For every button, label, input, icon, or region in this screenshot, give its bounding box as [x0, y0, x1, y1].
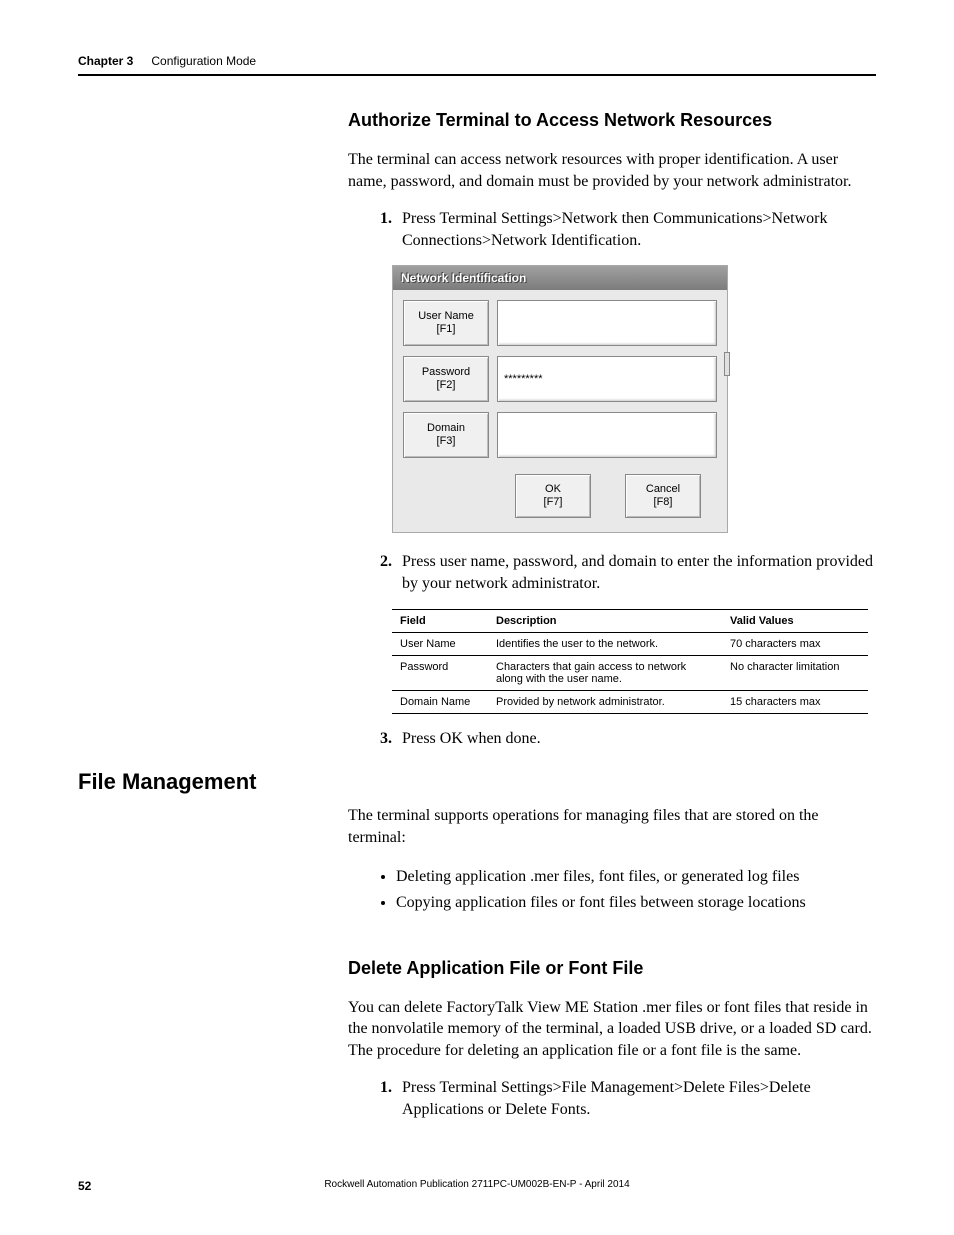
scroll-indicator	[724, 352, 730, 376]
domain-input[interactable]	[497, 412, 717, 458]
user-name-input[interactable]	[497, 300, 717, 346]
table-row: Domain Name Provided by network administ…	[392, 690, 868, 713]
th-field: Field	[392, 609, 488, 632]
section-heading-delete: Delete Application File or Font File	[348, 958, 876, 979]
th-valid: Valid Values	[722, 609, 868, 632]
field-table: Field Description Valid Values User Name…	[392, 609, 868, 714]
section2-step1: Press Terminal Settings>File Management>…	[396, 1077, 876, 1120]
network-identification-dialog: Network Identification User Name [F1] Pa…	[392, 265, 728, 533]
side-heading-file-management: File Management	[78, 769, 256, 795]
chapter-label: Chapter 3	[78, 54, 133, 68]
user-name-button[interactable]: User Name [F1]	[403, 300, 489, 346]
section1-step1: Press Terminal Settings>Network then Com…	[396, 208, 876, 251]
section1-steps-cont: Press user name, password, and domain to…	[348, 551, 876, 594]
section1-steps: Press Terminal Settings>Network then Com…	[348, 208, 876, 251]
dialog-title: Network Identification	[393, 266, 727, 290]
table-row: User Name Identifies the user to the net…	[392, 632, 868, 655]
section1-step3: Press OK when done.	[396, 728, 876, 750]
ok-button[interactable]: OK [F7]	[515, 474, 591, 518]
page-footer: 52 Rockwell Automation Publication 2711P…	[78, 1179, 876, 1193]
section2-steps: Press Terminal Settings>File Management>…	[348, 1077, 876, 1120]
section1-step2: Press user name, password, and domain to…	[396, 551, 876, 594]
publication-id: Rockwell Automation Publication 2711PC-U…	[324, 1179, 629, 1190]
password-input[interactable]: *********	[497, 356, 717, 402]
section2-bullets: Deleting application .mer files, font fi…	[348, 864, 876, 915]
section1-steps-cont2: Press OK when done.	[348, 728, 876, 750]
cancel-button[interactable]: Cancel [F8]	[625, 474, 701, 518]
chapter-title: Configuration Mode	[151, 54, 256, 68]
domain-button[interactable]: Domain [F3]	[403, 412, 489, 458]
section1-intro: The terminal can access network resource…	[348, 149, 876, 192]
th-desc: Description	[488, 609, 722, 632]
page-number: 52	[78, 1179, 91, 1193]
page-header: Chapter 3 Configuration Mode	[78, 54, 876, 76]
table-row: Password Characters that gain access to …	[392, 655, 868, 690]
section2-intro: The terminal supports operations for man…	[348, 805, 876, 848]
section2-para: You can delete FactoryTalk View ME Stati…	[348, 997, 876, 1062]
bullet-delete: Deleting application .mer files, font fi…	[396, 864, 876, 890]
section-heading-authorize: Authorize Terminal to Access Network Res…	[348, 110, 876, 131]
bullet-copy: Copying application files or font files …	[396, 890, 876, 916]
password-button[interactable]: Password [F2]	[403, 356, 489, 402]
